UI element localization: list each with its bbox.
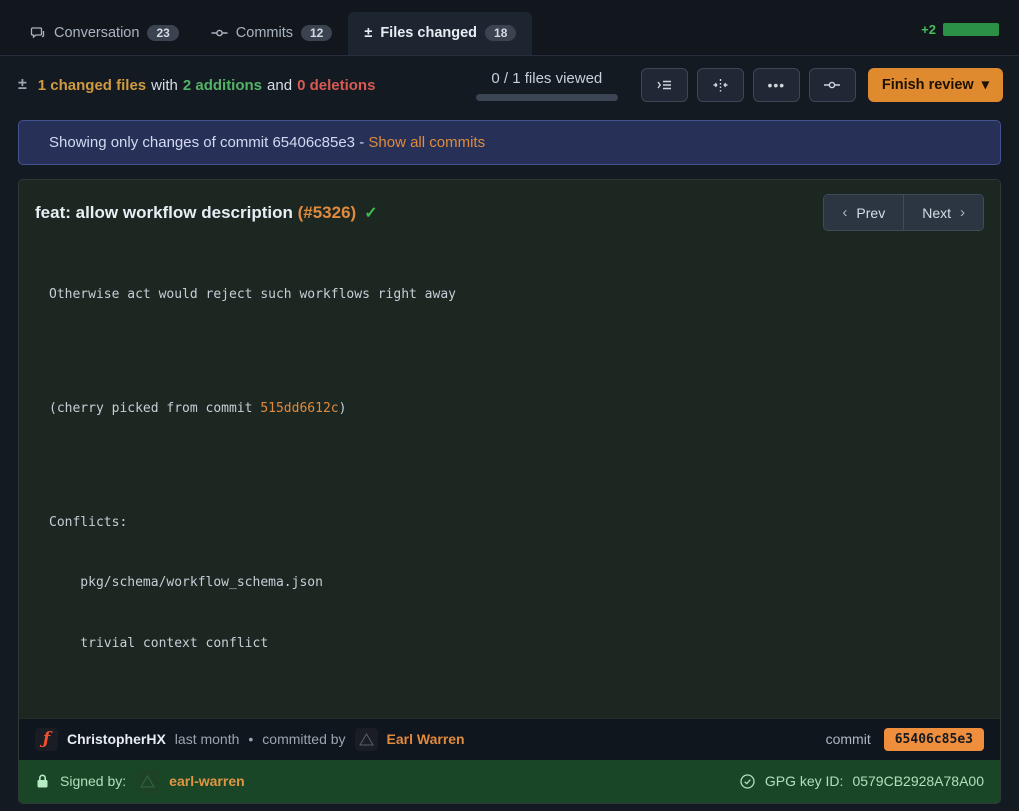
commit-icon: [211, 25, 228, 41]
chevron-left-icon: ‹: [842, 204, 847, 221]
commit-label: commit: [826, 731, 871, 747]
next-commit-button[interactable]: Next ›: [903, 195, 983, 230]
deletions-text: 0 deletions: [297, 77, 375, 94]
finish-review-label: Finish review: [882, 77, 974, 93]
signed-by-label: Signed by:: [60, 773, 126, 789]
commit-select-button[interactable]: [809, 68, 856, 102]
cherry-pick-text: (cherry picked from commit: [49, 401, 260, 416]
conflict-file: pkg/schema/workflow_schema.json: [49, 573, 984, 593]
next-label: Next: [922, 205, 951, 221]
verified-check-icon: ✓: [364, 205, 377, 222]
files-viewed-label: 0 / 1 files viewed: [491, 70, 602, 87]
files-viewed-bar: [476, 94, 618, 101]
split-view-button[interactable]: [697, 68, 744, 102]
banner-text: Showing only changes of commit 65406c85e…: [49, 134, 364, 151]
pr-tab-strip: Conversation 23 Commits 12 ± Files chang…: [0, 0, 1019, 56]
tab-count: 23: [147, 25, 178, 41]
more-options-button[interactable]: •••: [753, 68, 800, 102]
additions-text: 2 additions: [183, 77, 262, 94]
tab-label: Conversation: [54, 25, 139, 41]
commit-author-row: ƒ ChristopherHX last month • committed b…: [19, 718, 1000, 760]
tab-commits[interactable]: Commits 12: [195, 12, 349, 55]
commit-nav: ‹ Prev Next ›: [823, 194, 984, 231]
diff-icon: ±: [364, 25, 372, 41]
finish-review-button[interactable]: Finish review ▾: [868, 68, 1003, 102]
tab-count: 18: [485, 25, 516, 41]
author-name[interactable]: ChristopherHX: [67, 731, 166, 747]
gpg-key-value: 0579CB2928A78A00: [852, 773, 984, 789]
conflict-note: trivial context conflict: [49, 634, 984, 654]
caret-down-icon: ▾: [982, 77, 989, 93]
prev-label: Prev: [856, 205, 885, 221]
committed-by-label: committed by: [262, 731, 345, 747]
toggle-file-tree-button[interactable]: [641, 68, 688, 102]
commit-signed-row: Signed by: earl-warren GPG key ID: 0579C…: [19, 760, 1000, 803]
comment-icon: [30, 25, 46, 41]
signer-name-link[interactable]: earl-warren: [169, 773, 244, 789]
diff-icon: ±: [18, 76, 27, 94]
conflicts-header: Conflicts:: [49, 513, 984, 533]
summary-text: and: [267, 77, 292, 94]
ellipsis-icon: •••: [767, 77, 785, 93]
commit-message-line: Otherwise act would reject such workflow…: [49, 285, 984, 305]
lock-icon: [35, 773, 50, 789]
gpg-key-label: GPG key ID:: [765, 773, 844, 789]
tab-files-changed[interactable]: ± Files changed 18: [348, 12, 532, 55]
signer-avatar[interactable]: [136, 770, 159, 793]
commit-title-text: feat: allow workflow description: [35, 203, 298, 222]
dot-separator: •: [248, 731, 253, 747]
author-avatar[interactable]: ƒ: [35, 728, 58, 751]
tab-conversation[interactable]: Conversation 23: [14, 12, 195, 55]
changes-summary: ± 1 changed files with 2 additions and 0…: [18, 76, 375, 94]
summary-text: with: [151, 77, 178, 94]
commit-sha-badge[interactable]: 65406c85e3: [884, 728, 984, 751]
issue-link[interactable]: (#5326): [298, 203, 357, 222]
commit-filter-banner: Showing only changes of commit 65406c85e…: [18, 120, 1001, 165]
committer-avatar[interactable]: [355, 728, 378, 751]
tab-label: Commits: [236, 25, 293, 41]
files-viewed-progress: 0 / 1 files viewed: [476, 70, 618, 101]
committer-name[interactable]: Earl Warren: [387, 731, 465, 747]
chevron-right-icon: ›: [960, 204, 965, 221]
badge-check-icon: [739, 773, 756, 790]
cherry-pick-hash-link[interactable]: 515dd6612c: [260, 401, 338, 416]
gpg-key-info: GPG key ID: 0579CB2928A78A00: [739, 773, 984, 790]
commit-time: last month: [175, 731, 240, 747]
changed-files-link[interactable]: 1 changed files: [38, 77, 146, 94]
commit-title: feat: allow workflow description (#5326)…: [35, 203, 378, 223]
prev-commit-button[interactable]: ‹ Prev: [824, 195, 903, 230]
commit-message: Otherwise act would reject such workflow…: [35, 231, 984, 712]
tab-count: 12: [301, 25, 332, 41]
commit-message-line: (cherry picked from commit 515dd6612c): [49, 399, 984, 419]
commit-box: feat: allow workflow description (#5326)…: [18, 179, 1001, 804]
show-all-commits-link[interactable]: Show all commits: [368, 134, 485, 151]
additions-count: +2: [921, 22, 936, 37]
tab-label: Files changed: [380, 25, 477, 41]
additions-bar: [943, 23, 999, 36]
pr-diff-stat: +2: [921, 22, 999, 55]
cherry-pick-text: ): [339, 401, 347, 416]
files-toolbar: ± 1 changed files with 2 additions and 0…: [0, 56, 1019, 112]
